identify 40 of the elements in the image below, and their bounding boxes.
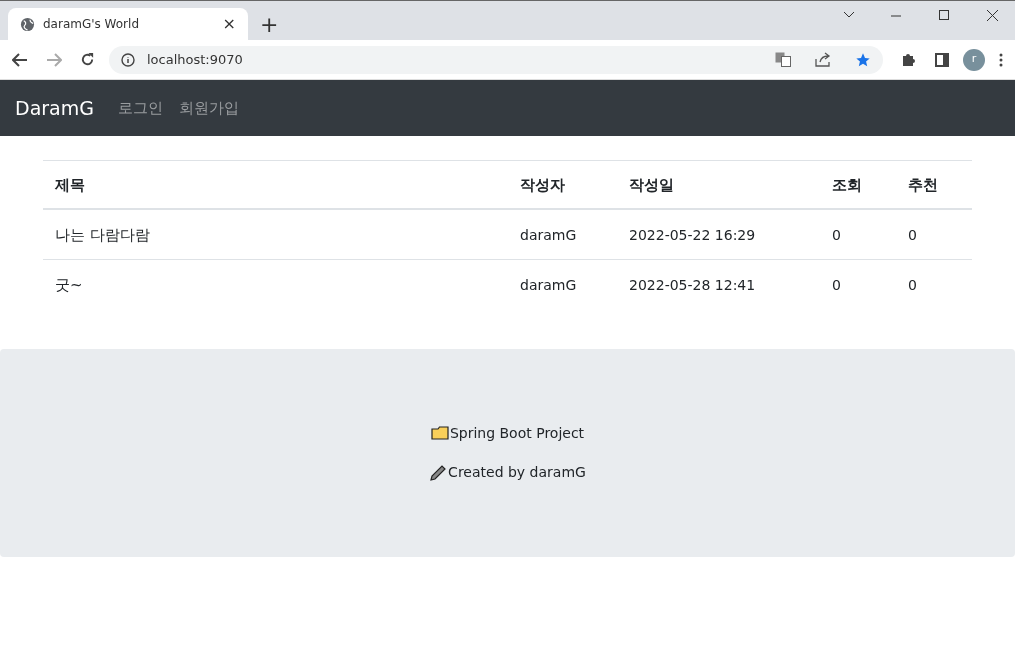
brand-link[interactable]: DaramG <box>15 93 94 123</box>
side-panel-icon[interactable] <box>935 52 949 67</box>
footer-text: Created by daramG <box>448 463 586 482</box>
table-cell: 2022-05-22 16:29 <box>629 226 756 243</box>
address-bar[interactable]: localhost:9070 <box>109 45 883 74</box>
reload-icon[interactable] <box>80 52 95 67</box>
nav-link[interactable]: 로그인 <box>117 96 163 120</box>
table-cell[interactable]: 나는 다람다람 <box>55 225 150 244</box>
column-header: 작성자 <box>520 175 565 194</box>
table-cell: 0 <box>832 226 841 243</box>
chevron-down-icon[interactable] <box>843 11 855 19</box>
close-icon[interactable] <box>987 10 998 21</box>
info-icon[interactable] <box>121 52 135 67</box>
folder-icon <box>430 426 450 441</box>
table-cell: 0 <box>908 277 917 293</box>
nav-link[interactable]: 회원가입 <box>178 96 239 120</box>
browser-tab[interactable]: daramG's World × <box>8 8 248 40</box>
tab-close-button[interactable]: × <box>222 16 236 32</box>
table-cell: daramG <box>520 277 577 293</box>
translate-icon[interactable] <box>775 52 791 67</box>
back-arrow-icon[interactable] <box>12 52 28 67</box>
table-cell: 0 <box>908 226 917 243</box>
tab-title: daramG's World <box>43 16 140 33</box>
table-cell: daramG <box>520 226 577 243</box>
more-menu-icon[interactable] <box>999 52 1003 67</box>
table-cell: 0 <box>832 277 841 293</box>
puzzle-icon[interactable] <box>901 51 917 68</box>
column-header: 제목 <box>55 175 85 194</box>
star-icon[interactable] <box>855 51 871 68</box>
footer-text: Spring Boot Project <box>449 424 585 443</box>
url-text: localhost:9070 <box>147 50 244 69</box>
globe-icon <box>20 16 35 32</box>
table-cell: 2022-05-28 12:41 <box>629 277 756 293</box>
table-cell[interactable]: 굿~ <box>55 276 83 294</box>
share-icon[interactable] <box>815 52 831 67</box>
column-header: 추천 <box>908 175 938 194</box>
column-header: 작성일 <box>629 175 674 194</box>
maximize-icon[interactable] <box>939 10 949 20</box>
new-tab-button[interactable]: + <box>260 14 279 36</box>
column-header: 조회 <box>832 175 862 194</box>
